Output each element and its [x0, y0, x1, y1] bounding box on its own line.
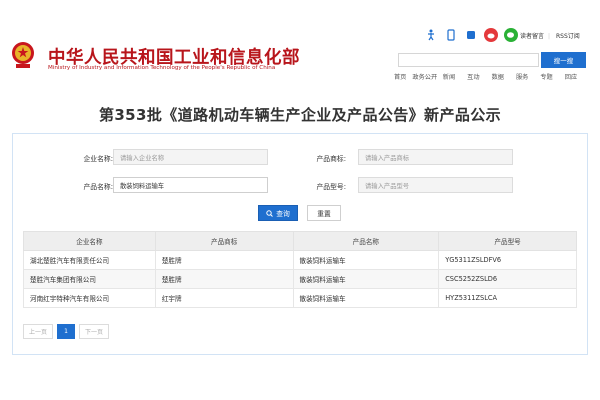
cell-model: YG5311ZSLDFV6 [439, 251, 577, 270]
accessibility-icon[interactable] [424, 28, 438, 42]
cell-company: 河南红宇特种汽车有限公司 [24, 289, 156, 308]
top-icon-bar [424, 28, 518, 42]
nav-item-service[interactable]: 服务 [510, 72, 534, 81]
search-icon [266, 210, 273, 217]
query-button-label: 查询 [276, 208, 290, 218]
nav-item-gov[interactable]: 政务公开 [412, 72, 436, 81]
cell-product: 散装饲料运输车 [293, 270, 439, 289]
brand-label: 产品商标: [294, 153, 346, 163]
site-header: 中华人民共和国工业和信息化部 Ministry of Industry and … [0, 0, 600, 92]
table-row[interactable]: 湖北楚胜汽车有限责任公司 楚胜牌 散装饲料运输车 YG5311ZSLDFV6 [24, 251, 577, 270]
nav-item-home[interactable]: 首页 [388, 72, 412, 81]
query-panel: 企业名称: 请输入企业名称 产品商标: 请输入产品商标 产品名称: 散装饲料运输… [12, 133, 588, 355]
nav-item-news[interactable]: 新闻 [437, 72, 461, 81]
cell-model: HYZ5311ZSLCA [439, 289, 577, 308]
results-table: 企业名称 产品商标 产品名称 产品型号 湖北楚胜汽车有限责任公司 楚胜牌 散装饲… [23, 231, 577, 308]
national-emblem-icon [10, 40, 36, 70]
model-input[interactable]: 请输入产品型号 [358, 177, 513, 193]
weibo-icon[interactable] [484, 28, 498, 42]
query-button[interactable]: 查询 [258, 205, 298, 221]
next-page-button[interactable]: 下一页 [79, 324, 109, 339]
header-company: 企业名称 [24, 232, 156, 251]
header-model: 产品型号 [439, 232, 577, 251]
nav-item-data[interactable]: 数据 [486, 72, 510, 81]
mobile-icon[interactable] [444, 28, 458, 42]
page-1-button[interactable]: 1 [57, 324, 75, 339]
site-subtitle: Ministry of Industry and Information Tec… [48, 65, 275, 71]
rss-link[interactable]: RSS订阅 [556, 33, 580, 40]
cell-brand: 楚胜牌 [155, 270, 293, 289]
nav-item-response[interactable]: 回应 [559, 72, 583, 81]
nav-item-interact[interactable]: 互动 [461, 72, 485, 81]
product-label: 产品名称: [61, 181, 113, 191]
brand-input[interactable]: 请输入产品商标 [358, 149, 513, 165]
table-row[interactable]: 河南红宇特种汽车有限公司 红宇牌 散装饲料运输车 HYZ5311ZSLCA [24, 289, 577, 308]
link-divider: | [548, 33, 550, 40]
top-links: 读者留言 | RSS订阅 [520, 31, 584, 40]
reset-button[interactable]: 重置 [307, 205, 341, 221]
site-search-button[interactable]: 搜一搜 [541, 52, 586, 68]
cell-brand: 楚胜牌 [155, 251, 293, 270]
page-title: 第353批《道路机动车辆生产企业及产品公告》新产品公示 [0, 104, 600, 125]
product-input[interactable]: 散装饲料运输车 [113, 177, 268, 193]
cell-model: CSC5252ZSLD6 [439, 270, 577, 289]
cell-company: 楚胜汽车集团有限公司 [24, 270, 156, 289]
site-search-input[interactable] [398, 53, 539, 67]
pagination: 上一页 1 下一页 [23, 324, 109, 339]
table-row[interactable]: 楚胜汽车集团有限公司 楚胜牌 散装饲料运输车 CSC5252ZSLD6 [24, 270, 577, 289]
prev-page-button[interactable]: 上一页 [23, 324, 53, 339]
header-product: 产品名称 [293, 232, 439, 251]
app-icon[interactable] [464, 28, 478, 42]
nav-item-topic[interactable]: 专题 [534, 72, 558, 81]
header-brand: 产品商标 [155, 232, 293, 251]
main-nav: 首页 政务公开 新闻 互动 数据 服务 专题 回应 [388, 72, 583, 81]
cell-product: 散装饲料运输车 [293, 251, 439, 270]
table-header-row: 企业名称 产品商标 产品名称 产品型号 [24, 232, 577, 251]
cell-brand: 红宇牌 [155, 289, 293, 308]
cell-company: 湖北楚胜汽车有限责任公司 [24, 251, 156, 270]
message-link[interactable]: 读者留言 [520, 33, 544, 40]
wechat-icon[interactable] [504, 28, 518, 42]
cell-product: 散装饲料运输车 [293, 289, 439, 308]
model-label: 产品型号: [294, 181, 346, 191]
company-input[interactable]: 请输入企业名称 [113, 149, 268, 165]
company-label: 企业名称: [61, 153, 113, 163]
